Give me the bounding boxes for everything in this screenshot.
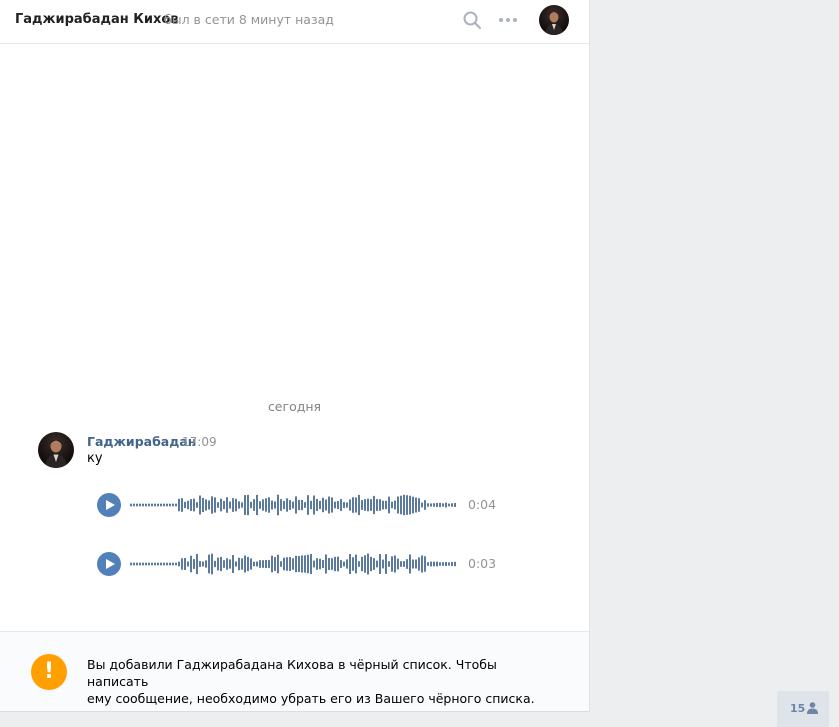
contact-name[interactable]: Гаджирабадан Кихов [15,12,179,27]
play-button[interactable] [97,493,121,517]
blacklist-notice: ! Вы добавили Гаджирабадана Кихова в чёр… [0,631,589,711]
voice-duration: 0:03 [468,556,497,571]
notice-text-line: ему сообщение, необходимо убрать его из … [87,691,535,706]
warning-icon: ! [31,654,67,690]
chat-panel: Гаджирабадан Кихов был в сети 8 минут на… [0,0,590,712]
message-time[interactable]: 17:09 [182,435,217,449]
message-author[interactable]: Гаджирабадан [87,434,196,449]
waveform[interactable] [130,492,457,518]
message-text: ку [87,451,103,466]
search-icon[interactable] [463,11,481,29]
message-avatar[interactable] [38,432,74,468]
person-icon [807,702,818,714]
header-avatar[interactable] [539,5,569,35]
online-counter[interactable]: 15 [777,691,829,727]
waveform[interactable] [130,551,457,577]
notice-text-line: Вы добавили Гаджирабадана Кихова в чёрны… [87,657,497,689]
notice-text: Вы добавили Гаджирабадана Кихова в чёрны… [87,656,547,707]
play-button[interactable] [97,552,121,576]
date-divider: сегодня [267,399,322,414]
voice-message: 0:03 [97,551,517,577]
contact-status: был в сети 8 минут назад [164,12,334,27]
voice-message: 0:04 [97,492,517,518]
more-icon[interactable] [498,16,518,24]
voice-duration: 0:04 [468,497,497,512]
chat-header: Гаджирабадан Кихов был в сети 8 минут на… [0,0,589,44]
online-count: 15 [790,702,806,715]
